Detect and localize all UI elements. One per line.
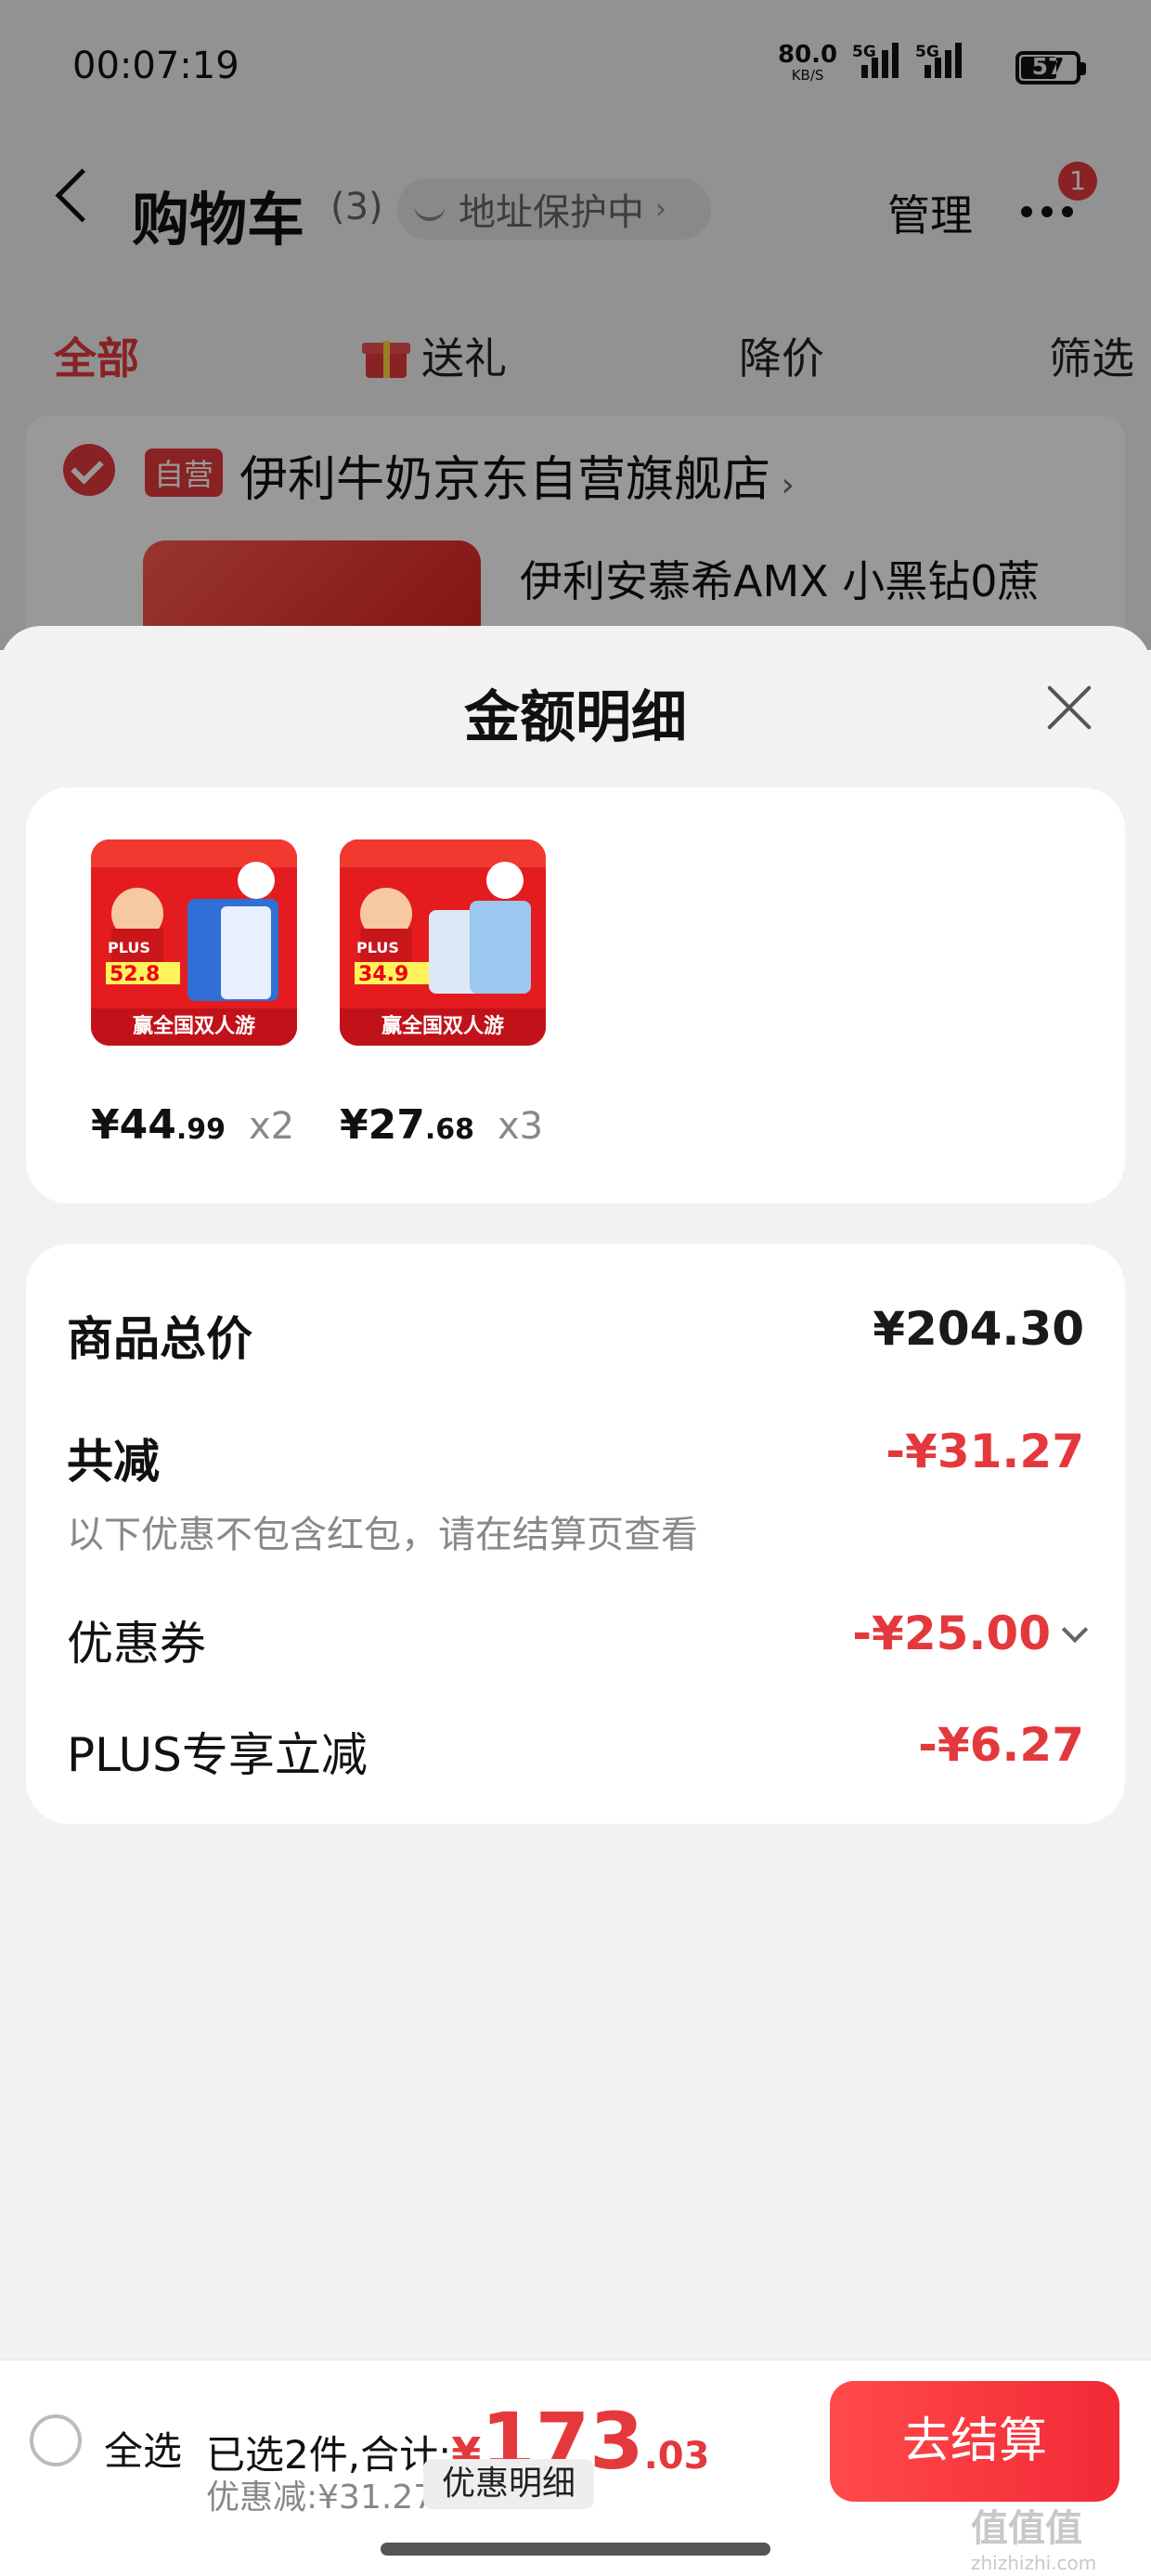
item-price-int: ¥44 bbox=[91, 1101, 176, 1149]
item-price-int: ¥27 bbox=[340, 1101, 425, 1149]
item-price: ¥27.68 bbox=[340, 1101, 474, 1149]
item-quantity: x3 bbox=[498, 1105, 544, 1148]
coupon-label: 优惠券 bbox=[67, 1617, 206, 1671]
discount-value: -¥31.27 bbox=[886, 1425, 1084, 1478]
discount-note: 以下优惠不包含红包，请在结算页查看 bbox=[67, 1514, 698, 1556]
watermark-main: 值值值 bbox=[971, 2507, 1082, 2550]
promo-price-text: 34.9 bbox=[358, 963, 408, 986]
item-price-dec: .99 bbox=[175, 1113, 226, 1146]
promo-banner-text: 赢全国双人游 bbox=[133, 1014, 255, 1038]
discount-label: 共减 bbox=[67, 1435, 160, 1489]
coupon-row-expand[interactable]: -¥25.00 bbox=[852, 1607, 1089, 1660]
watermark: 值值值 zhizhizhi.com bbox=[971, 2498, 1096, 2574]
plus-discount-value: -¥6.27 bbox=[918, 1718, 1084, 1772]
discount-detail-button[interactable]: 优惠明细 bbox=[423, 2459, 595, 2509]
promo-price-text: 52.8 bbox=[110, 963, 160, 986]
item-thumbnail[interactable]: PLUS 52.8 赢全国双人游 bbox=[91, 839, 297, 1046]
item-price: ¥44.99 bbox=[91, 1101, 226, 1149]
total-decimal: .03 bbox=[643, 2435, 710, 2478]
select-all-label[interactable]: 全选 bbox=[104, 2420, 182, 2477]
plus-badge-text: PLUS bbox=[108, 939, 150, 956]
modal-overlay[interactable] bbox=[0, 0, 1151, 650]
item-price-dec: .68 bbox=[424, 1113, 475, 1146]
close-icon[interactable] bbox=[1043, 682, 1095, 734]
sheet-title: 金额明细 bbox=[464, 685, 687, 750]
checkout-button[interactable]: 去结算 bbox=[830, 2381, 1119, 2502]
coupon-value: -¥25.00 bbox=[852, 1607, 1051, 1660]
home-indicator[interactable] bbox=[381, 2543, 770, 2556]
item-quantity: x2 bbox=[249, 1105, 295, 1148]
plus-badge-text: PLUS bbox=[356, 939, 399, 956]
total-label: 商品总价 bbox=[67, 1312, 252, 1366]
watermark-sub: zhizhizhi.com bbox=[971, 2552, 1097, 2574]
promo-banner-text: 赢全国双人游 bbox=[382, 1014, 504, 1038]
total-value: ¥204.30 bbox=[873, 1302, 1084, 1356]
chevron-down-icon bbox=[1061, 1616, 1089, 1644]
item-thumbnail[interactable]: PLUS 34.9 赢全国双人游 bbox=[340, 839, 546, 1046]
saved-amount: 优惠减:¥31.27 bbox=[206, 2478, 435, 2517]
select-all-checkbox[interactable] bbox=[30, 2414, 82, 2466]
plus-discount-label: PLUS专享立减 bbox=[67, 1728, 368, 1782]
